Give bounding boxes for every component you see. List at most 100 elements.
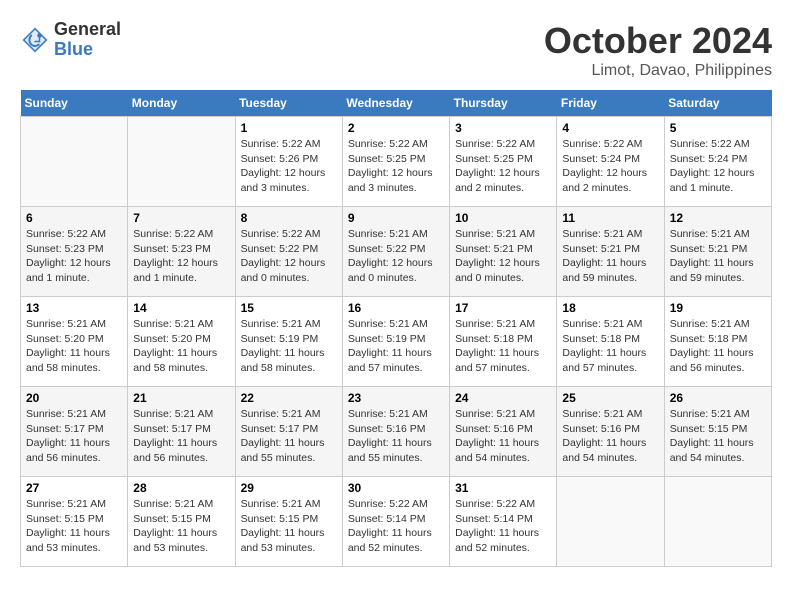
- day-number: 26: [670, 391, 766, 405]
- day-info: Sunrise: 5:21 AM Sunset: 5:15 PM Dayligh…: [26, 497, 122, 556]
- calendar-week-row: 1 Sunrise: 5:22 AM Sunset: 5:26 PM Daylig…: [21, 117, 772, 207]
- logo-icon: [20, 25, 50, 55]
- title-area: October 2024 Limot, Davao, Philippines: [544, 20, 772, 80]
- day-info: Sunrise: 5:21 AM Sunset: 5:21 PM Dayligh…: [455, 227, 551, 286]
- day-info: Sunrise: 5:22 AM Sunset: 5:25 PM Dayligh…: [455, 137, 551, 196]
- day-number: 31: [455, 481, 551, 495]
- calendar-day-cell: 31 Sunrise: 5:22 AM Sunset: 5:14 PM Dayli…: [450, 477, 557, 567]
- day-info: Sunrise: 5:22 AM Sunset: 5:25 PM Dayligh…: [348, 137, 444, 196]
- weekday-header-cell: Thursday: [450, 90, 557, 117]
- day-info: Sunrise: 5:21 AM Sunset: 5:18 PM Dayligh…: [455, 317, 551, 376]
- day-number: 22: [241, 391, 337, 405]
- calendar-day-cell: 19 Sunrise: 5:21 AM Sunset: 5:18 PM Dayli…: [664, 297, 771, 387]
- calendar-day-cell: 16 Sunrise: 5:21 AM Sunset: 5:19 PM Dayli…: [342, 297, 449, 387]
- day-info: Sunrise: 5:21 AM Sunset: 5:17 PM Dayligh…: [26, 407, 122, 466]
- calendar-day-cell: 12Sunrise: 5:21 AM Sunset: 5:21 PM Dayli…: [664, 207, 771, 297]
- day-info: Sunrise: 5:22 AM Sunset: 5:23 PM Dayligh…: [133, 227, 229, 286]
- calendar-day-cell: 27 Sunrise: 5:21 AM Sunset: 5:15 PM Dayli…: [21, 477, 128, 567]
- day-info: Sunrise: 5:21 AM Sunset: 5:18 PM Dayligh…: [562, 317, 658, 376]
- calendar-day-cell: 9 Sunrise: 5:21 AM Sunset: 5:22 PM Daylig…: [342, 207, 449, 297]
- calendar-day-cell: 23 Sunrise: 5:21 AM Sunset: 5:16 PM Dayli…: [342, 387, 449, 477]
- day-info: Sunrise: 5:21 AM Sunset: 5:20 PM Dayligh…: [26, 317, 122, 376]
- day-number: 16: [348, 301, 444, 315]
- day-info: Sunrise: 5:21 AM Sunset: 5:19 PM Dayligh…: [241, 317, 337, 376]
- calendar-day-cell: 10Sunrise: 5:21 AM Sunset: 5:21 PM Dayli…: [450, 207, 557, 297]
- day-number: 23: [348, 391, 444, 405]
- day-number: 18: [562, 301, 658, 315]
- calendar-day-cell: 8Sunrise: 5:22 AM Sunset: 5:22 PM Daylig…: [235, 207, 342, 297]
- calendar-day-cell: 22 Sunrise: 5:21 AM Sunset: 5:17 PM Dayli…: [235, 387, 342, 477]
- day-info: Sunrise: 5:21 AM Sunset: 5:16 PM Dayligh…: [348, 407, 444, 466]
- day-info: Sunrise: 5:21 AM Sunset: 5:18 PM Dayligh…: [670, 317, 766, 376]
- day-number: 21: [133, 391, 229, 405]
- day-info: Sunrise: 5:21 AM Sunset: 5:17 PM Dayligh…: [241, 407, 337, 466]
- calendar-day-cell: 11Sunrise: 5:21 AM Sunset: 5:21 PM Dayli…: [557, 207, 664, 297]
- calendar-day-cell: 29 Sunrise: 5:21 AM Sunset: 5:15 PM Dayli…: [235, 477, 342, 567]
- calendar-table: SundayMondayTuesdayWednesdayThursdayFrid…: [20, 90, 772, 567]
- day-number: 1: [241, 121, 337, 135]
- day-number: 20: [26, 391, 122, 405]
- calendar-day-cell: 25 Sunrise: 5:21 AM Sunset: 5:16 PM Dayli…: [557, 387, 664, 477]
- calendar-day-cell: 4 Sunrise: 5:22 AM Sunset: 5:24 PM Daylig…: [557, 117, 664, 207]
- weekday-header-cell: Tuesday: [235, 90, 342, 117]
- day-info: Sunrise: 5:21 AM Sunset: 5:19 PM Dayligh…: [348, 317, 444, 376]
- calendar-day-cell: 17 Sunrise: 5:21 AM Sunset: 5:18 PM Dayli…: [450, 297, 557, 387]
- day-number: 29: [241, 481, 337, 495]
- day-info: Sunrise: 5:22 AM Sunset: 5:24 PM Dayligh…: [670, 137, 766, 196]
- calendar-day-cell: 15 Sunrise: 5:21 AM Sunset: 5:19 PM Dayli…: [235, 297, 342, 387]
- logo-general-text: General: [54, 20, 121, 40]
- day-number: 24: [455, 391, 551, 405]
- day-number: 9: [348, 211, 444, 225]
- day-info: Sunrise: 5:21 AM Sunset: 5:22 PM Dayligh…: [348, 227, 444, 286]
- day-number: 6: [26, 211, 122, 225]
- day-number: 4: [562, 121, 658, 135]
- calendar-week-row: 13 Sunrise: 5:21 AM Sunset: 5:20 PM Dayli…: [21, 297, 772, 387]
- day-info: Sunrise: 5:21 AM Sunset: 5:17 PM Dayligh…: [133, 407, 229, 466]
- day-info: Sunrise: 5:22 AM Sunset: 5:14 PM Dayligh…: [455, 497, 551, 556]
- calendar-day-cell: 6Sunrise: 5:22 AM Sunset: 5:23 PM Daylig…: [21, 207, 128, 297]
- day-info: Sunrise: 5:21 AM Sunset: 5:21 PM Dayligh…: [562, 227, 658, 286]
- calendar-day-cell: [21, 117, 128, 207]
- day-number: 27: [26, 481, 122, 495]
- day-info: Sunrise: 5:22 AM Sunset: 5:24 PM Dayligh…: [562, 137, 658, 196]
- day-number: 25: [562, 391, 658, 405]
- calendar-day-cell: 13 Sunrise: 5:21 AM Sunset: 5:20 PM Dayli…: [21, 297, 128, 387]
- calendar-day-cell: 20 Sunrise: 5:21 AM Sunset: 5:17 PM Dayli…: [21, 387, 128, 477]
- calendar-day-cell: 2 Sunrise: 5:22 AM Sunset: 5:25 PM Daylig…: [342, 117, 449, 207]
- calendar-day-cell: 3 Sunrise: 5:22 AM Sunset: 5:25 PM Daylig…: [450, 117, 557, 207]
- calendar-week-row: 20 Sunrise: 5:21 AM Sunset: 5:17 PM Dayli…: [21, 387, 772, 477]
- calendar-day-cell: 30Sunrise: 5:22 AM Sunset: 5:14 PM Dayli…: [342, 477, 449, 567]
- logo-blue-text: Blue: [54, 40, 121, 60]
- day-info: Sunrise: 5:21 AM Sunset: 5:21 PM Dayligh…: [670, 227, 766, 286]
- day-info: Sunrise: 5:22 AM Sunset: 5:26 PM Dayligh…: [241, 137, 337, 196]
- day-number: 17: [455, 301, 551, 315]
- weekday-header-cell: Wednesday: [342, 90, 449, 117]
- calendar-day-cell: 14 Sunrise: 5:21 AM Sunset: 5:20 PM Dayli…: [128, 297, 235, 387]
- calendar-day-cell: 18 Sunrise: 5:21 AM Sunset: 5:18 PM Dayli…: [557, 297, 664, 387]
- day-info: Sunrise: 5:21 AM Sunset: 5:20 PM Dayligh…: [133, 317, 229, 376]
- day-number: 14: [133, 301, 229, 315]
- day-number: 7: [133, 211, 229, 225]
- day-number: 5: [670, 121, 766, 135]
- day-info: Sunrise: 5:21 AM Sunset: 5:16 PM Dayligh…: [562, 407, 658, 466]
- weekday-header-cell: Friday: [557, 90, 664, 117]
- calendar-day-cell: 24Sunrise: 5:21 AM Sunset: 5:16 PM Dayli…: [450, 387, 557, 477]
- weekday-header-cell: Sunday: [21, 90, 128, 117]
- day-number: 19: [670, 301, 766, 315]
- calendar-day-cell: 1 Sunrise: 5:22 AM Sunset: 5:26 PM Daylig…: [235, 117, 342, 207]
- day-number: 13: [26, 301, 122, 315]
- calendar-day-cell: 28Sunrise: 5:21 AM Sunset: 5:15 PM Dayli…: [128, 477, 235, 567]
- calendar-day-cell: [128, 117, 235, 207]
- day-number: 15: [241, 301, 337, 315]
- day-info: Sunrise: 5:22 AM Sunset: 5:14 PM Dayligh…: [348, 497, 444, 556]
- calendar-day-cell: 26 Sunrise: 5:21 AM Sunset: 5:15 PM Dayli…: [664, 387, 771, 477]
- day-number: 28: [133, 481, 229, 495]
- calendar-day-cell: [664, 477, 771, 567]
- weekday-header-cell: Saturday: [664, 90, 771, 117]
- day-info: Sunrise: 5:21 AM Sunset: 5:15 PM Dayligh…: [670, 407, 766, 466]
- calendar-day-cell: 5 Sunrise: 5:22 AM Sunset: 5:24 PM Daylig…: [664, 117, 771, 207]
- day-number: 2: [348, 121, 444, 135]
- weekday-header-row: SundayMondayTuesdayWednesdayThursdayFrid…: [21, 90, 772, 117]
- day-number: 3: [455, 121, 551, 135]
- day-info: Sunrise: 5:21 AM Sunset: 5:15 PM Dayligh…: [241, 497, 337, 556]
